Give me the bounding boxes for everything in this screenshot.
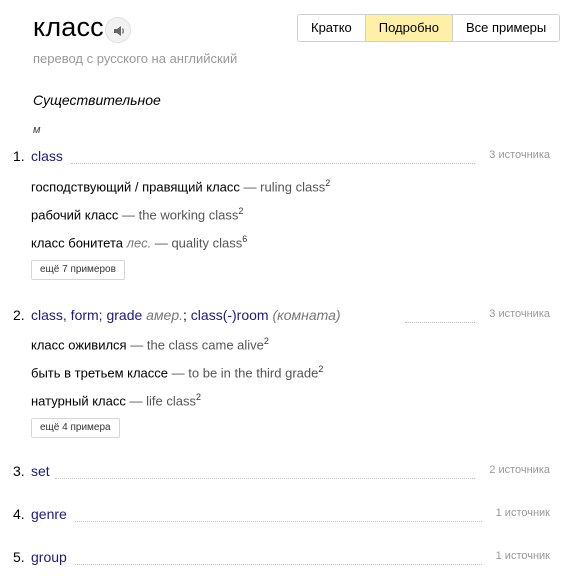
example-en: to be in the third grade <box>188 365 319 381</box>
sense-number: 5. <box>13 549 25 565</box>
sources-count[interactable]: 1 источник <box>495 507 550 519</box>
view-mode-tabs: Кратко Подробно Все примеры <box>297 14 561 42</box>
example-ru[interactable]: господствующий / правящий класс <box>31 179 240 194</box>
example-count: 2 <box>263 336 269 346</box>
sense-number: 2. <box>13 307 25 323</box>
speaker-button[interactable] <box>105 17 131 43</box>
example-count: 2 <box>325 178 331 188</box>
example-row: господствующий / правящий класс — ruling… <box>31 178 330 194</box>
clarification-label: (комната) <box>272 307 341 323</box>
more-examples-button[interactable]: ещё 7 примеров <box>31 260 125 280</box>
tab-all-examples[interactable]: Все примеры <box>452 15 560 41</box>
dash: — <box>171 365 185 381</box>
sense-5: 5. group 1 источник <box>13 549 550 567</box>
sense-1: 1. class 3 источника <box>13 148 550 166</box>
example-ru[interactable]: класс бонитета <box>31 235 123 250</box>
dotted-leader <box>75 564 482 565</box>
example-count: 6 <box>242 234 248 244</box>
example-ru[interactable]: рабочий класс <box>31 207 118 222</box>
example-count: 2 <box>195 392 201 402</box>
example-count: 2 <box>238 206 244 216</box>
tab-detailed[interactable]: Подробно <box>365 15 453 41</box>
translation-direction: перевод с русского на английский <box>33 51 238 66</box>
dotted-leader <box>75 521 482 522</box>
dash: — <box>130 337 144 353</box>
example-count: 2 <box>318 364 324 374</box>
example-row: рабочий класс — the working class2 <box>31 206 243 222</box>
sense-word-genre[interactable]: genre <box>31 506 67 522</box>
sense-number: 1. <box>13 148 25 164</box>
sense-word-group[interactable]: group <box>31 549 67 565</box>
sense-word-class-form-grade[interactable]: class, form; grade <box>31 307 142 323</box>
dotted-leader <box>405 322 475 323</box>
region-label: амер. <box>146 307 184 323</box>
example-row: класс оживился — the class came alive2 <box>31 336 269 352</box>
word-title: класс <box>33 12 104 42</box>
sense-word-set[interactable]: set <box>31 463 50 479</box>
example-en: the working class <box>138 207 239 223</box>
sense-words: class, form; grade амер.; class(-)room (… <box>31 307 341 323</box>
example-en: life class <box>146 393 196 409</box>
example-row: класс бонитета лес. — quality class6 <box>31 234 247 250</box>
domain-label: лес. <box>126 235 152 251</box>
sense-4: 4. genre 1 источник <box>13 506 550 524</box>
example-en: the class came alive <box>146 337 264 353</box>
example-en: ruling class <box>260 179 326 195</box>
dash: — <box>129 393 143 409</box>
sense-number: 4. <box>13 506 25 522</box>
dotted-leader <box>71 163 475 164</box>
sense-2: 2. class, form; grade амер.; class(-)roo… <box>13 307 550 325</box>
part-of-speech: Существительное <box>33 92 161 108</box>
example-row: натурный класс — life class2 <box>31 392 201 408</box>
speaker-icon <box>114 26 124 36</box>
sources-count[interactable]: 2 источника <box>489 464 550 476</box>
example-en: quality class <box>171 235 243 251</box>
example-ru[interactable]: быть в третьем классе <box>31 365 168 380</box>
sense-3: 3. set 2 источника <box>13 463 550 481</box>
tab-brief[interactable]: Кратко <box>298 15 366 41</box>
example-ru[interactable]: класс оживился <box>31 337 127 352</box>
sources-count[interactable]: 3 источника <box>489 308 550 320</box>
separator: ; <box>183 307 187 323</box>
dotted-leader <box>55 478 475 479</box>
dash: — <box>122 207 136 223</box>
sources-count[interactable]: 1 источник <box>495 550 550 562</box>
dash: — <box>243 179 257 195</box>
example-ru[interactable]: натурный класс <box>31 393 126 408</box>
sense-number: 3. <box>13 463 25 479</box>
example-row: быть в третьем классе — to be in the thi… <box>31 364 323 380</box>
dash: — <box>154 235 168 251</box>
sense-word-class[interactable]: class <box>31 148 63 164</box>
sense-word-classroom[interactable]: class(-)room <box>191 307 269 323</box>
sources-count[interactable]: 3 источника <box>489 149 550 161</box>
gender-label: м <box>33 124 41 136</box>
more-examples-button[interactable]: ещё 4 примера <box>31 418 120 438</box>
